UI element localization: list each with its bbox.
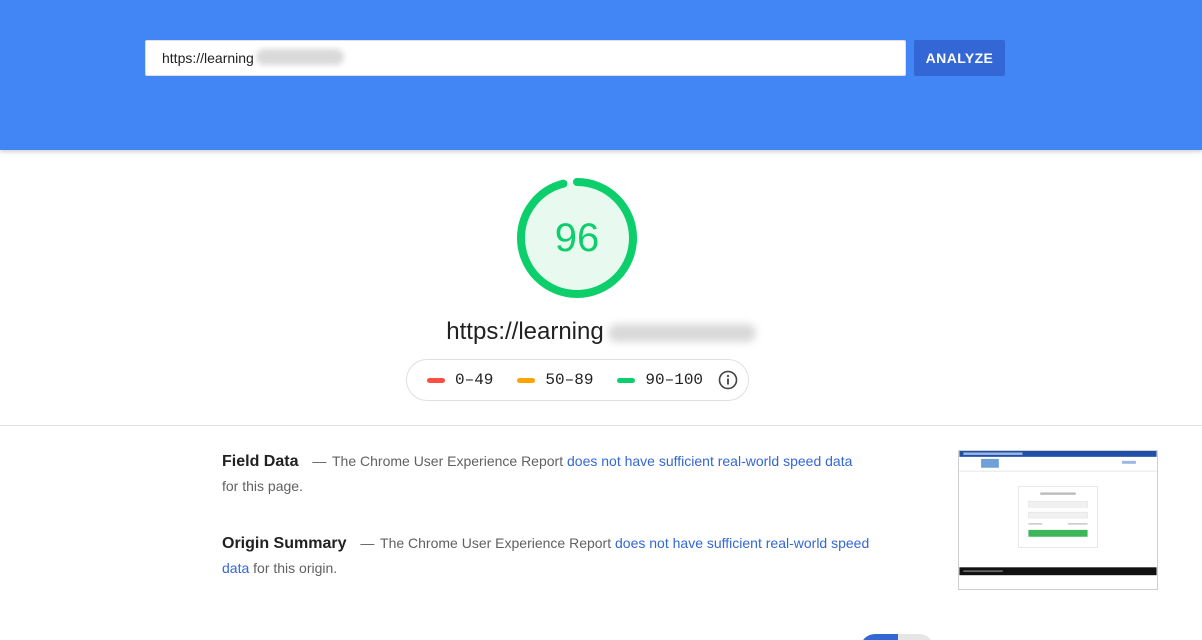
field-data-title: Field Data (222, 453, 299, 470)
legend-label-pass: 90–100 (645, 371, 704, 389)
legend-label-average: 50–89 (545, 371, 594, 389)
field-data-text: The Chrome User Experience Report (332, 453, 564, 469)
page-url-text: https://learning (446, 318, 604, 345)
page-url: https://learning (0, 318, 1202, 346)
origin-summary-dash: — (360, 535, 375, 551)
origin-summary-section: Origin Summary — The Chrome User Experie… (222, 531, 872, 581)
page-screenshot-thumbnail (958, 450, 1158, 590)
origin-summary-title: Origin Summary (222, 535, 347, 552)
origin-summary-text-after: for this origin. (253, 560, 338, 576)
legend-swatch-pass (617, 377, 636, 383)
url-redaction (256, 49, 344, 65)
legend-item-pass: 90–100 (617, 371, 703, 389)
score-legend: 0–49 50–89 90–100 (406, 359, 749, 401)
field-data-dash: — (312, 453, 327, 469)
legend-item-fail: 0–49 (427, 371, 493, 389)
score-value: 96 (554, 215, 600, 260)
view-toggle[interactable] (860, 634, 934, 640)
legend-swatch-fail (427, 377, 445, 383)
legend-item-average: 50–89 (517, 371, 593, 389)
page-url-redaction (607, 323, 756, 342)
header-bar: ANALYZE (0, 0, 1202, 150)
field-data-text-after: for this page. (222, 478, 303, 494)
info-icon[interactable] (718, 370, 738, 390)
analyze-button[interactable]: ANALYZE (914, 40, 1005, 76)
field-data-link[interactable]: does not have sufficient real-world spee… (567, 453, 852, 469)
field-data-section: Field Data — The Chrome User Experience … (222, 449, 872, 499)
origin-summary-text: The Chrome User Experience Report (380, 535, 612, 551)
section-divider (0, 425, 1202, 426)
legend-label-fail: 0–49 (455, 371, 494, 389)
view-toggle-active (860, 634, 898, 640)
legend-swatch-average (517, 377, 536, 383)
